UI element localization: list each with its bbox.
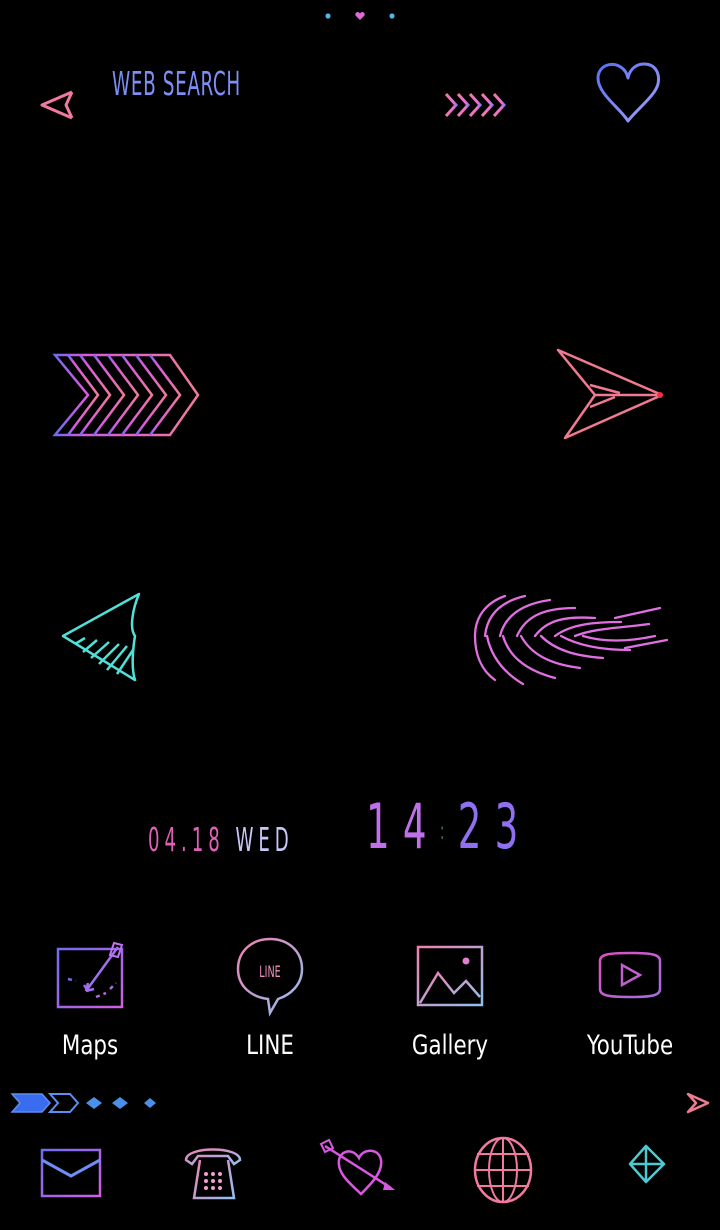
- arrow-left-decor: [55, 588, 675, 698]
- clock-hour: 14: [366, 790, 440, 863]
- diamond-icon: [628, 1144, 666, 1184]
- dock-messages[interactable]: [315, 1130, 405, 1210]
- app-label: LINE: [246, 1030, 294, 1061]
- page-dot-icon: [389, 13, 395, 19]
- web-search-bar[interactable]: WEB SEARCH: [36, 58, 516, 124]
- dock-divider-arrow: [8, 1088, 713, 1118]
- globe-icon: [473, 1136, 533, 1204]
- favorites-button[interactable]: [592, 58, 664, 126]
- app-label: YouTube: [586, 1030, 674, 1061]
- map-icon: [56, 941, 124, 1009]
- clock-date: 04.18 WED: [148, 820, 294, 859]
- app-line[interactable]: LINE LINE: [195, 935, 345, 1065]
- line-icon-text: LINE: [259, 964, 280, 982]
- app-label: Maps: [61, 1030, 119, 1061]
- heart-icon: [596, 62, 660, 123]
- page-heart-icon: [355, 12, 365, 20]
- clock-widget[interactable]: 04.18 WED 14:23: [148, 790, 578, 870]
- heart-arrow-icon: [319, 1138, 395, 1196]
- dock-phone[interactable]: [168, 1130, 258, 1210]
- app-gallery[interactable]: Gallery: [375, 935, 525, 1065]
- page-indicator: [322, 8, 398, 24]
- app-youtube[interactable]: YouTube: [555, 935, 705, 1065]
- page-dot-icon: [325, 13, 331, 19]
- dock-mail[interactable]: [28, 1130, 118, 1210]
- clock-time: 14:23: [366, 790, 532, 863]
- line-chat-icon: LINE: [236, 937, 304, 1017]
- dock-browser[interactable]: [458, 1130, 548, 1210]
- envelope-icon: [40, 1148, 102, 1198]
- arrow-left-icon: [40, 90, 508, 120]
- arrow-right-decor: [50, 345, 670, 445]
- web-search-label: WEB SEARCH: [112, 64, 241, 103]
- weekday: WED: [235, 820, 294, 859]
- clock-separator: :: [439, 816, 458, 845]
- play-icon: [598, 951, 662, 999]
- dock: [0, 1130, 720, 1210]
- app-label: Gallery: [411, 1030, 489, 1061]
- app-maps[interactable]: Maps: [15, 935, 165, 1065]
- app-row: Maps LINE LINE Gallery YouTube: [0, 935, 720, 1065]
- dock-app-drawer[interactable]: [602, 1130, 692, 1210]
- date-value: 04.18: [148, 820, 225, 859]
- gallery-icon: [416, 945, 484, 1007]
- clock-minute: 23: [457, 790, 532, 863]
- telephone-icon: [184, 1148, 242, 1200]
